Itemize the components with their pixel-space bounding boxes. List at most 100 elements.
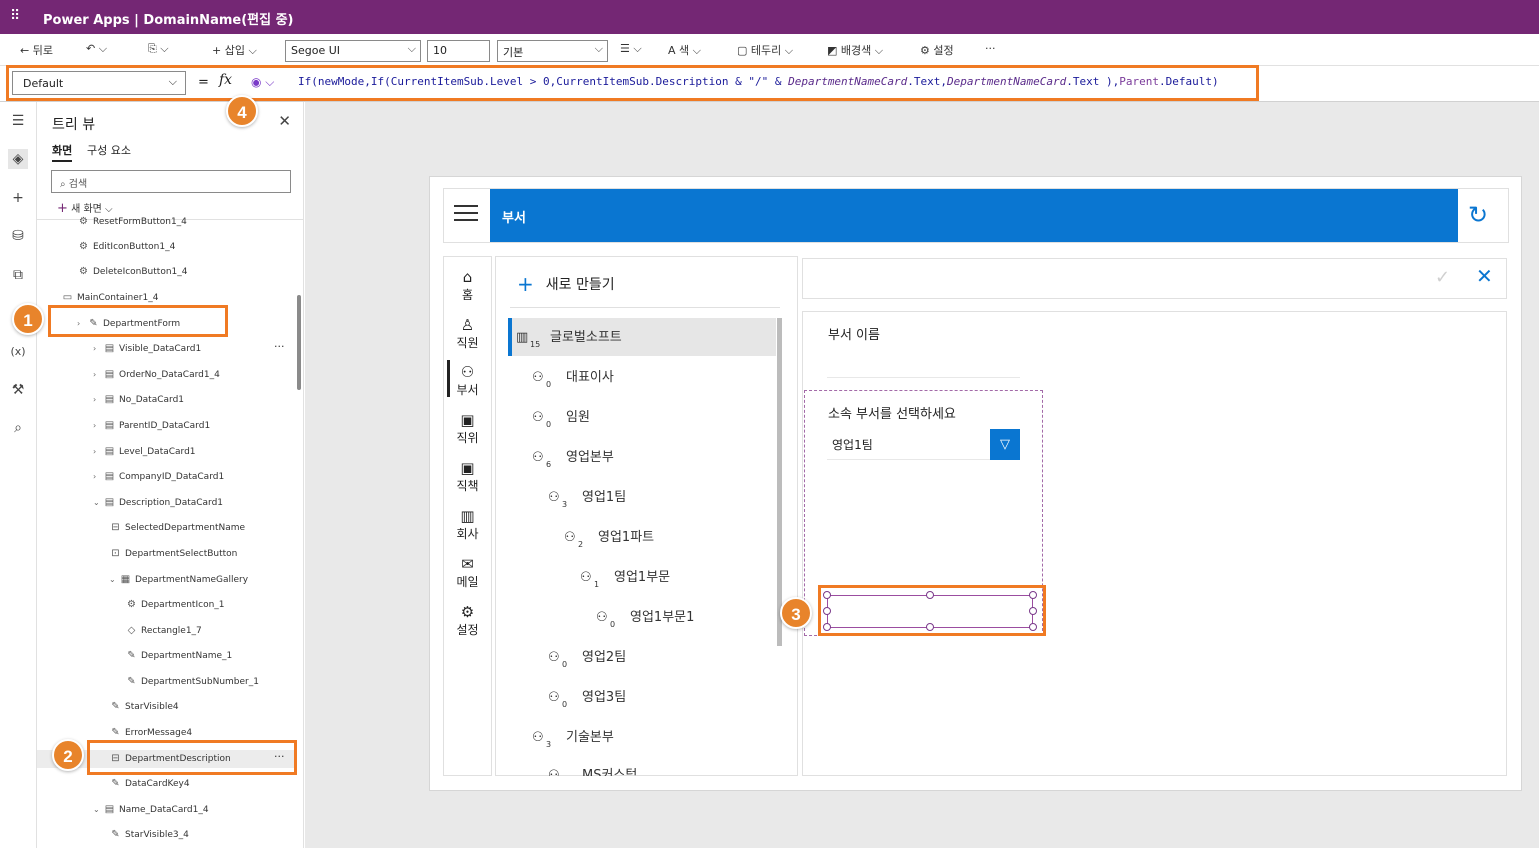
insert-button[interactable]: + 삽입 ⌵ [212,42,257,58]
tree-item[interactable]: ⊟ SelectedDepartmentName [109,519,245,537]
highlight-department-description [87,740,297,775]
step-badge-1: 1 [12,303,44,335]
tools-icon[interactable]: ⚒ [8,380,28,400]
chevron-icon[interactable]: ⌄ [109,571,119,589]
sub-count: 2 [578,540,584,549]
nav-item[interactable]: ⚇ 부서 [443,363,492,398]
tree-item[interactable]: › ▤ ParentID_DataCard1 [93,417,210,435]
tree-item[interactable]: ✎ DataCardKey4 [109,775,189,793]
tree-item[interactable]: ⌄ ▤ Description_DataCard1 [93,494,223,512]
department-list-item[interactable]: ⚇ 3 영업1팀 [548,486,626,509]
tree-item[interactable]: ⌄ ▦ DepartmentNameGallery [109,571,248,589]
dropdown-triangle-icon[interactable]: ▽ [990,429,1020,460]
new-department-button[interactable]: + 새로 만들기 [517,272,615,296]
fill-button[interactable]: ◩ 배경색 ⌵ [827,42,883,58]
chevron-icon[interactable]: › [93,417,103,435]
department-list-item[interactable]: ⚇ 3 기술본부 [532,726,614,749]
data-icon[interactable]: ⛁ [8,226,28,246]
check-icon[interactable]: ✓ [1435,267,1450,288]
people-icon: ⚇ 2 [564,530,584,549]
settings-button[interactable]: ⚙ 설정 [920,42,954,58]
tree-item[interactable]: ✎ DepartmentSubNumber_1 [125,673,259,691]
tab-screens[interactable]: 화면 [52,142,73,162]
tree-item[interactable]: ✎ StarVisible3_4 [109,826,189,844]
chevron-icon[interactable]: › [93,468,103,486]
align-icon[interactable]: ☰ ⌵ [620,42,642,56]
tree-item[interactable]: ◇ Rectangle1_7 [125,622,202,640]
department-list-item[interactable]: ⚇ 0 대표이사 [532,366,614,389]
nav-icon: ♙ [460,316,475,334]
chevron-icon[interactable]: › [93,340,103,358]
department-list-item[interactable]: ⚇ 0 영업1부문1 [596,606,694,629]
chevron-icon[interactable]: › [93,366,103,384]
chevron-icon[interactable]: › [93,391,103,409]
hamburger-icon[interactable] [454,205,478,225]
sub-count: 15 [530,340,541,349]
tree-view-panel: 트리 뷰 ✕ 화면 구성 요소 ⌕ 검색 + 새 화면 ⌵ ⚙ ResetForm… [37,102,304,848]
chevron-icon[interactable]: ⌄ [93,494,103,512]
tab-components[interactable]: 구성 요소 [87,142,131,158]
tree-search-input[interactable]: ⌕ 검색 [51,170,291,193]
department-list-item[interactable]: ⚇ 6 영업본부 [532,446,614,469]
department-list-item[interactable]: ⚇ MS커스텀 [548,764,637,776]
undo-icon[interactable]: ↶ ⌵ [86,42,107,56]
more-button[interactable]: ··· [985,42,996,55]
nav-item[interactable]: ▣ 직위 [443,411,492,446]
paste-icon[interactable]: ⎘ ⌵ [148,42,169,56]
nav-item[interactable]: ⌂ 홈 [443,268,492,303]
tree-item[interactable]: › ▤ Visible_DataCard1 [93,340,201,358]
department-list-item[interactable]: ⚇ 0 임원 [532,406,590,429]
department-list-item[interactable]: ⚇ 0 영업2팀 [548,646,626,669]
nav-item[interactable]: ⚙ 설정 [443,603,492,638]
variables-icon[interactable]: (x) [8,342,28,362]
menu-icon[interactable]: ☰ [8,111,28,131]
tree-item[interactable]: ✎ StarVisible4 [109,698,178,716]
app-title: Power Apps | DomainName(편집 중) [43,13,294,28]
refresh-icon[interactable]: ↻ [1468,201,1488,229]
more-options-icon[interactable]: ··· [274,340,285,353]
chevron-icon[interactable]: › [93,443,103,461]
color-button[interactable]: A 색 ⌵ [668,42,701,58]
department-name: 기술본부 [566,730,614,745]
sub-count: 1 [594,580,600,589]
tree-item[interactable]: ⚙ DeleteIconButton1_4 [77,263,187,281]
tree-item[interactable]: › ▤ CompanyID_DataCard1 [93,468,224,486]
nav-item[interactable]: ▣ 직책 [443,459,492,494]
department-name-input[interactable] [827,348,1020,378]
tree-item[interactable]: › ▤ No_DataCard1 [93,391,184,409]
tree-item[interactable]: ⌄ ▤ Name_DataCard1_4 [93,801,209,819]
nav-item[interactable]: ▥ 회사 [443,507,492,542]
nav-item[interactable]: ♙ 직원 [443,316,492,351]
font-family-dropdown[interactable]: Segoe UI ⌵ [285,40,421,62]
tree-view-icon[interactable]: ◈ [8,149,28,169]
chevron-icon[interactable]: ⌄ [93,801,103,819]
close-form-icon[interactable]: ✕ [1476,264,1493,288]
department-list-item[interactable]: ⚇ 2 영업1파트 [564,526,654,549]
tree-item[interactable]: ⚙ ResetFormButton1_4 [77,213,187,231]
font-weight-dropdown[interactable]: 기본 ⌵ [497,40,608,62]
nav-item[interactable]: ✉ 메일 [443,555,492,590]
tree-item[interactable]: › ▤ Level_DataCard1 [93,443,196,461]
insert-icon[interactable]: + [8,188,28,208]
department-list-item[interactable]: ⚇ 0 영업3팀 [548,686,626,709]
waffle-icon[interactable]: ⠿ [10,9,24,23]
tree-item[interactable]: ⚙ EditIconButton1_4 [77,238,175,256]
nav-label: 직위 [456,431,479,445]
tree-item[interactable]: › ▤ OrderNo_DataCard1_4 [93,366,220,384]
tree-item[interactable]: ⊡ DepartmentSelectButton [109,545,237,563]
department-list-item[interactable]: ▥ 15 글로벌소프트 [516,326,622,349]
tree-item[interactable]: ⚙ DepartmentIcon_1 [125,596,225,614]
media-icon[interactable]: ⧉ [8,265,28,285]
font-size-input[interactable]: 10 [427,40,490,62]
search-icon[interactable]: ⌕ [8,418,28,438]
back-button[interactable]: ← 뒤로 [20,42,53,58]
list-scrollbar[interactable] [777,318,782,646]
border-button[interactable]: ▢ 테두리 ⌵ [737,42,793,58]
department-list-item[interactable]: ⚇ 1 영업1부문 [580,566,670,589]
tree-item[interactable]: ✎ DepartmentName_1 [125,647,232,665]
close-icon[interactable]: ✕ [278,112,291,130]
tree-item-label: EditIconButton1_4 [93,242,176,252]
nav-icon: ⚙ [460,603,475,621]
tree-scrollbar[interactable] [297,295,301,390]
nav-icon: ✉ [461,555,474,573]
